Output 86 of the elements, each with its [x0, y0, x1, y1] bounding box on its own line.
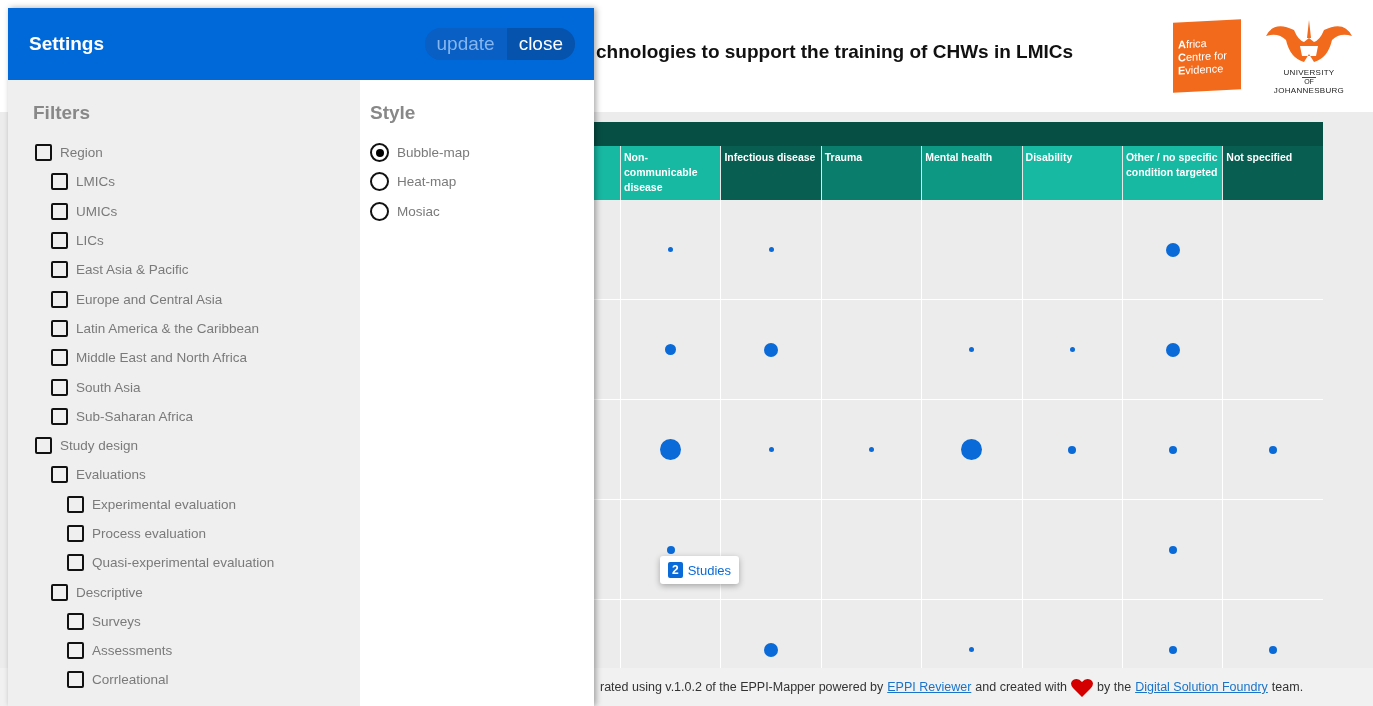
bubble[interactable] [868, 447, 874, 452]
checkbox[interactable] [51, 349, 68, 367]
bubble[interactable] [961, 439, 983, 460]
bubble[interactable] [768, 247, 774, 252]
filter-label: South Asia [76, 379, 141, 395]
filter-label: LMICs [76, 174, 115, 190]
bubble[interactable] [660, 439, 682, 460]
checkbox[interactable] [51, 290, 68, 308]
filter-label: Region [60, 145, 103, 161]
bubble[interactable] [1165, 242, 1180, 257]
filter-label: Middle East and North Africa [76, 350, 248, 366]
ace-logo: Africa Centre for Evidence [1173, 19, 1241, 93]
checkbox[interactable] [35, 144, 52, 162]
checkbox[interactable] [67, 495, 84, 513]
checkbox[interactable] [51, 378, 68, 396]
bubble[interactable] [1168, 645, 1177, 654]
column-header: Other / no specific condition targeted [1121, 146, 1223, 200]
bubble[interactable] [666, 545, 675, 554]
logo-text: JOHANNESBURG [1273, 85, 1345, 95]
bubble[interactable] [665, 344, 677, 355]
bubble[interactable] [764, 342, 779, 357]
filter-label: UMICs [76, 203, 118, 219]
filter-label: Quasi-experimental evaluation [92, 555, 275, 571]
filter-label: Assessments [92, 643, 173, 659]
column-header: Non-communicable disease [620, 146, 721, 200]
section-heading: Filters [33, 102, 92, 124]
bubble[interactable] [969, 647, 975, 652]
panel-title: Settings [29, 33, 104, 55]
checkbox[interactable] [67, 554, 84, 572]
checkbox[interactable] [67, 525, 84, 542]
filter-label: Corrleational [92, 672, 169, 688]
filter-label: Latin America & the Caribbean [76, 320, 260, 336]
filter-label: Descriptive [76, 584, 143, 600]
checkbox[interactable] [51, 173, 68, 191]
checkbox[interactable] [51, 407, 68, 425]
bubble[interactable] [1269, 445, 1278, 454]
checkbox[interactable] [67, 642, 84, 660]
checkbox[interactable] [67, 671, 84, 689]
column-header: Infectious disease [720, 146, 821, 200]
digital-solution-foundry-link[interactable]: Digital Solution Foundry [1135, 680, 1268, 694]
filter-label: Sub-Saharan Africa [76, 408, 194, 424]
radio-button[interactable] [370, 143, 389, 163]
close-button[interactable]: close [506, 28, 575, 60]
filter-label: Europe and Central Asia [76, 291, 223, 307]
eppi-reviewer-link[interactable]: EPPI Reviewer [887, 680, 972, 694]
radio-label: Mosiac [397, 203, 440, 219]
radio-label: Bubble-map [397, 145, 470, 161]
logo-text: UNIVERSITY [1283, 67, 1335, 77]
filter-label: East Asia & Pacific [76, 262, 189, 278]
bubble[interactable] [1168, 545, 1177, 554]
count-badge: 2 [668, 562, 683, 578]
checkbox[interactable] [51, 466, 68, 484]
bubble[interactable] [668, 247, 674, 252]
tooltip-label: Studies [687, 562, 732, 578]
footer-credit: rated using v.1.0.2 of the EPPI-Mapper powered by EPPI Reviewer and created with by the Digital Solution Foundry team. [600, 677, 1304, 697]
bubble[interactable] [768, 447, 774, 452]
bubble[interactable] [969, 347, 975, 352]
checkbox[interactable] [51, 202, 68, 220]
bubble[interactable] [1165, 342, 1180, 357]
radio-button[interactable] [370, 201, 389, 221]
bubble[interactable] [1269, 645, 1278, 654]
filter-label: Surveys [92, 613, 141, 629]
checkbox[interactable] [51, 232, 68, 250]
filter-label: Process evaluation [92, 526, 207, 541]
column-header: Not specified [1222, 146, 1323, 200]
bubble[interactable] [1068, 445, 1077, 454]
bubble[interactable] [1069, 347, 1075, 352]
column-header: Trauma [820, 146, 922, 200]
checkbox[interactable] [35, 437, 52, 455]
radio-button[interactable] [370, 172, 389, 192]
section-heading: Style [370, 102, 417, 124]
checkbox[interactable] [51, 319, 68, 337]
filter-label: Evaluations [76, 467, 146, 483]
column-header: Disability [1021, 146, 1122, 200]
radio-label: Heat-map [397, 174, 457, 190]
bubble[interactable] [1168, 445, 1177, 454]
heart-icon [1071, 677, 1094, 697]
checkbox[interactable] [67, 612, 84, 630]
bubble[interactable] [764, 642, 779, 657]
filter-label: Study design [60, 438, 139, 454]
filter-label: Experimental evaluation [92, 496, 237, 512]
page-title: chnologies to support the training of CHWs in LMICs [596, 41, 1074, 63]
checkbox[interactable] [51, 583, 68, 601]
filter-label: LICs [76, 233, 104, 249]
column-header: Mental health [921, 146, 1022, 200]
checkbox[interactable] [51, 261, 68, 279]
